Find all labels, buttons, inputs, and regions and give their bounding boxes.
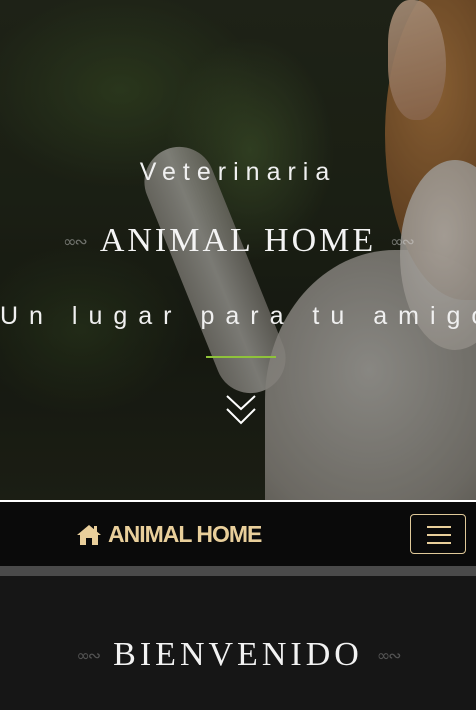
double-chevron-down-icon[interactable] [224, 393, 258, 427]
hamburger-menu-button[interactable] [410, 514, 466, 554]
home-icon [77, 524, 101, 545]
hero-title-row: ∞∾ ANIMAL HOME ∞∾ [0, 222, 476, 260]
hero-tagline: Un lugar para tu amigo [0, 302, 476, 330]
flourish-left-icon: ∞∾ [76, 645, 101, 665]
hero-accent-line [206, 356, 276, 358]
hamburger-bar [427, 534, 451, 536]
section-divider [0, 566, 476, 576]
hamburger-bar [427, 542, 451, 544]
hero-title: ANIMAL HOME [99, 222, 377, 259]
hero-section: Veterinaria ∞∾ ANIMAL HOME ∞∾ Un lugar p… [0, 0, 476, 500]
hamburger-menu-icon [427, 526, 451, 528]
navbar: ANIMAL HOME [0, 500, 476, 566]
flourish-right-icon: ∞∾ [390, 231, 415, 251]
flourish-left-icon: ∞∾ [63, 231, 88, 251]
welcome-title: BIENVENIDO [113, 636, 363, 673]
welcome-title-row: ∞∾ BIENVENIDO ∞∾ [0, 636, 476, 674]
navbar-brand-link[interactable]: ANIMAL HOME [76, 521, 262, 548]
hero-kicker: Veterinaria [139, 158, 337, 186]
welcome-section: ∞∾ BIENVENIDO ∞∾ [0, 576, 476, 710]
navbar-brand-label: ANIMAL HOME [108, 521, 262, 547]
flourish-right-icon: ∞∾ [376, 645, 402, 665]
